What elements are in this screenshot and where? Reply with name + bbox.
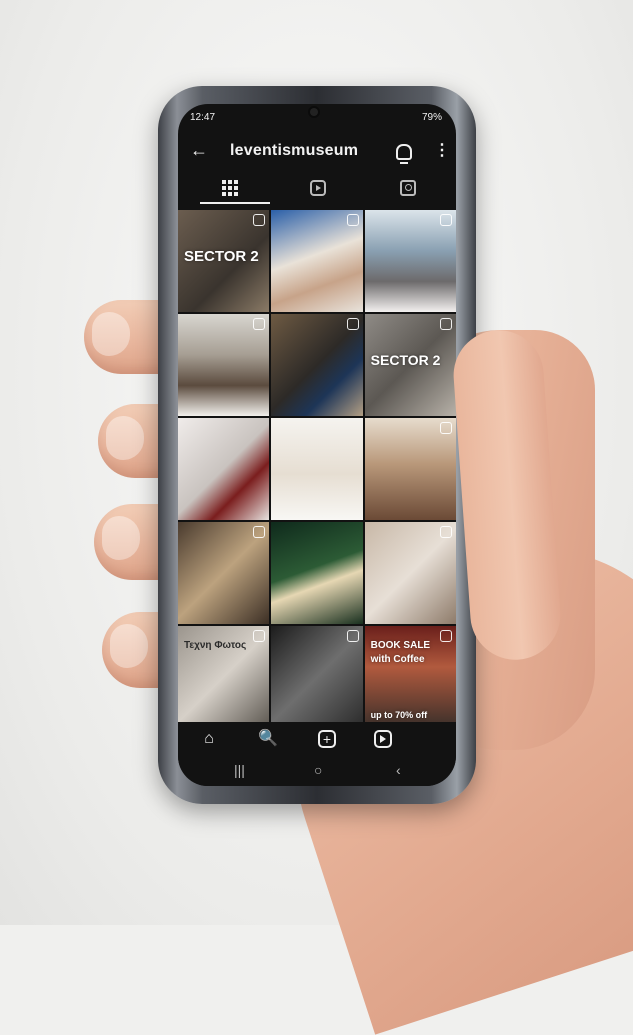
home-button-icon[interactable]: ○ — [314, 762, 322, 778]
post-thumbnail[interactable] — [178, 314, 270, 416]
carousel-badge-icon — [440, 422, 452, 434]
post-thumbnail[interactable] — [271, 418, 363, 520]
search-icon[interactable]: 🔍 — [258, 730, 278, 748]
post-thumbnail[interactable] — [364, 418, 456, 520]
post-thumbnail[interactable] — [364, 522, 456, 624]
post-overlay-text: with Coffee — [370, 654, 425, 665]
post-thumbnail[interactable]: Τεχνη Φωτος — [178, 626, 270, 728]
posts-grid: SECTOR 2 SECTOR 2 Τεχνη Φωτος BOOK SALE … — [178, 210, 456, 728]
bottom-navigation: ⌂ 🔍 + — [178, 722, 456, 756]
grid-tab-icon[interactable] — [222, 180, 238, 196]
post-thumbnail[interactable]: SECTOR 2 — [178, 210, 270, 312]
post-thumbnail[interactable] — [271, 522, 363, 624]
reels-tab-icon[interactable] — [310, 180, 326, 196]
reel-badge-icon — [253, 214, 266, 226]
recent-apps-icon[interactable]: ||| — [234, 762, 245, 778]
profile-username: leventismuseum — [230, 142, 359, 159]
system-back-icon[interactable]: ‹ — [396, 762, 401, 778]
post-thumbnail[interactable]: SECTOR 2 — [364, 314, 456, 416]
phone: 12:47 79% ← leventismuseum ⋮ SECTOR 2 SE… — [158, 86, 476, 804]
carousel-badge-icon — [253, 318, 266, 330]
active-tab-indicator — [200, 202, 270, 204]
post-overlay-text: BOOK SALE — [370, 640, 431, 651]
post-thumbnail[interactable]: BOOK SALE with Coffee up to 70% off — [364, 626, 456, 728]
post-thumbnail[interactable] — [178, 522, 270, 624]
reel-badge-icon — [253, 630, 266, 642]
post-thumbnail[interactable] — [271, 210, 363, 312]
post-thumbnail[interactable] — [271, 626, 363, 728]
profile-header: ← leventismuseum ⋮ — [178, 134, 456, 170]
status-time: 12:47 — [190, 112, 216, 123]
profile-tabs — [178, 176, 456, 206]
more-options-icon[interactable]: ⋮ — [434, 140, 450, 160]
post-overlay-text: SECTOR 2 — [184, 248, 259, 265]
post-thumbnail[interactable] — [178, 418, 270, 520]
carousel-badge-icon — [346, 318, 359, 330]
reel-badge-icon — [440, 630, 452, 642]
carousel-badge-icon — [440, 214, 452, 226]
system-navigation: ||| ○ ‹ — [178, 756, 456, 786]
status-battery: 79% — [421, 112, 442, 123]
reel-badge-icon — [440, 526, 452, 538]
back-icon[interactable]: ← — [190, 140, 208, 161]
post-overlay-text: SECTOR 2 — [370, 352, 441, 368]
home-icon[interactable]: ⌂ — [200, 730, 218, 748]
post-thumbnail[interactable] — [271, 314, 363, 416]
carousel-badge-icon — [346, 214, 359, 226]
phone-screen: 12:47 79% ← leventismuseum ⋮ SECTOR 2 SE… — [178, 104, 456, 786]
reel-badge-icon — [346, 630, 359, 642]
status-bar: 12:47 79% — [178, 104, 456, 124]
post-overlay-text: up to 70% off — [370, 710, 428, 720]
carousel-badge-icon — [440, 318, 452, 330]
bell-icon[interactable] — [396, 144, 412, 164]
reels-icon[interactable] — [374, 730, 392, 748]
reel-badge-icon — [253, 526, 266, 538]
create-post-icon[interactable]: + — [318, 730, 336, 748]
tagged-tab-icon[interactable] — [400, 180, 416, 196]
post-thumbnail[interactable] — [364, 210, 456, 312]
post-overlay-text: Τεχνη Φωτος — [184, 640, 247, 651]
